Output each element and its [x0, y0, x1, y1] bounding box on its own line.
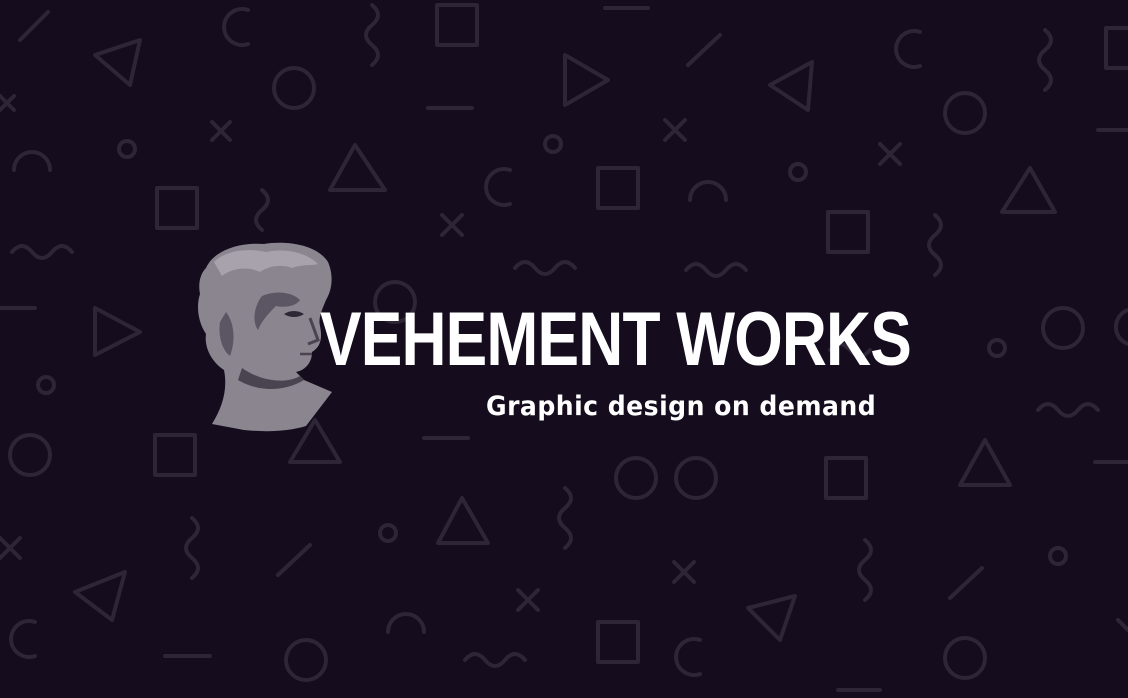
brand-title: VEHEMENT WORKS: [320, 297, 912, 382]
brand-tagline: Graphic design on demand: [486, 391, 877, 422]
banner: VEHEMENT WORKS Graphic design on demand: [0, 0, 1128, 698]
